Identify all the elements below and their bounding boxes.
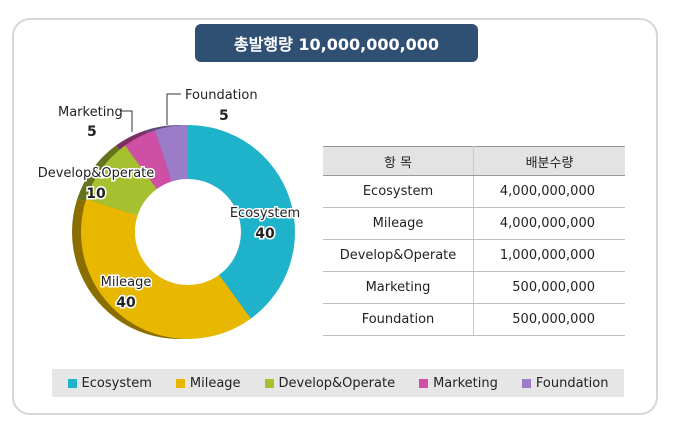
table-cell-amount: 1,000,000,000 — [473, 239, 625, 272]
legend-label: Ecosystem — [81, 375, 152, 391]
chart-legend: Ecosystem Mileage Develop&Operate Market… — [52, 369, 624, 397]
slice-value-mileage: 40 — [116, 295, 136, 311]
donut-hole — [135, 179, 241, 285]
table-row: Mileage 4,000,000,000 — [323, 207, 625, 240]
legend-swatch — [67, 378, 77, 388]
legend-label: Develop&Operate — [278, 375, 396, 391]
legend-swatch — [175, 378, 185, 388]
legend-item: Mileage — [175, 375, 241, 391]
slice-label-develop-operate: Develop&Operate — [38, 166, 155, 181]
title-banner: 총발행량 10,000,000,000 — [195, 24, 478, 62]
table-row: Develop&Operate 1,000,000,000 — [323, 239, 625, 272]
legend-swatch — [419, 378, 429, 388]
table-row: Marketing 500,000,000 — [323, 271, 625, 304]
legend-item: Ecosystem — [67, 375, 152, 391]
slice-label-foundation: Foundation — [185, 88, 258, 103]
slice-value-marketing: 5 — [87, 124, 97, 140]
table-cell-amount: 4,000,000,000 — [473, 207, 625, 240]
table-row: Ecosystem 4,000,000,000 — [323, 175, 625, 208]
legend-item: Marketing — [419, 376, 498, 391]
legend-item: Foundation — [521, 375, 609, 391]
table-header-row: 항 목 배분수량 — [323, 146, 625, 176]
table-row: Foundation 500,000,000 — [323, 303, 625, 336]
legend-label: Marketing — [433, 375, 498, 391]
table-cell-item: Foundation — [323, 303, 474, 336]
table-cell-amount: 500,000,000 — [473, 303, 625, 336]
table-cell-amount: 4,000,000,000 — [473, 175, 625, 208]
allocation-table: 항 목 배분수량 Ecosystem 4,000,000,000 Mileage… — [323, 146, 625, 336]
slice-label-mileage: Mileage — [101, 275, 152, 290]
leader-line-foundation — [166, 93, 181, 125]
legend-label: Foundation — [535, 375, 609, 391]
donut-chart: Ecosystem 40 Mileage 40 Develop&Operate 10 Mar… — [36, 87, 302, 339]
slice-value-ecosystem: 40 — [255, 226, 275, 242]
legend-swatch — [264, 378, 274, 388]
table-header-amount: 배분수량 — [473, 146, 625, 176]
table-cell-item: Develop&Operate — [323, 239, 474, 272]
slice-label-marketing: Marketing — [58, 105, 123, 120]
table-header-item: 항 목 — [323, 146, 474, 176]
legend-swatch — [521, 378, 531, 388]
slice-label-ecosystem: Ecosystem — [230, 206, 300, 221]
slice-value-foundation: 5 — [219, 108, 229, 124]
legend-label: Mileage — [189, 375, 241, 391]
table-cell-item: Mileage — [323, 207, 474, 240]
legend-item: Develop&Operate — [264, 375, 396, 391]
slice-value-develop-operate: 10 — [86, 186, 106, 202]
table-cell-item: Marketing — [323, 271, 474, 304]
table-cell-item: Ecosystem — [323, 175, 474, 208]
table-cell-amount: 500,000,000 — [473, 271, 625, 304]
